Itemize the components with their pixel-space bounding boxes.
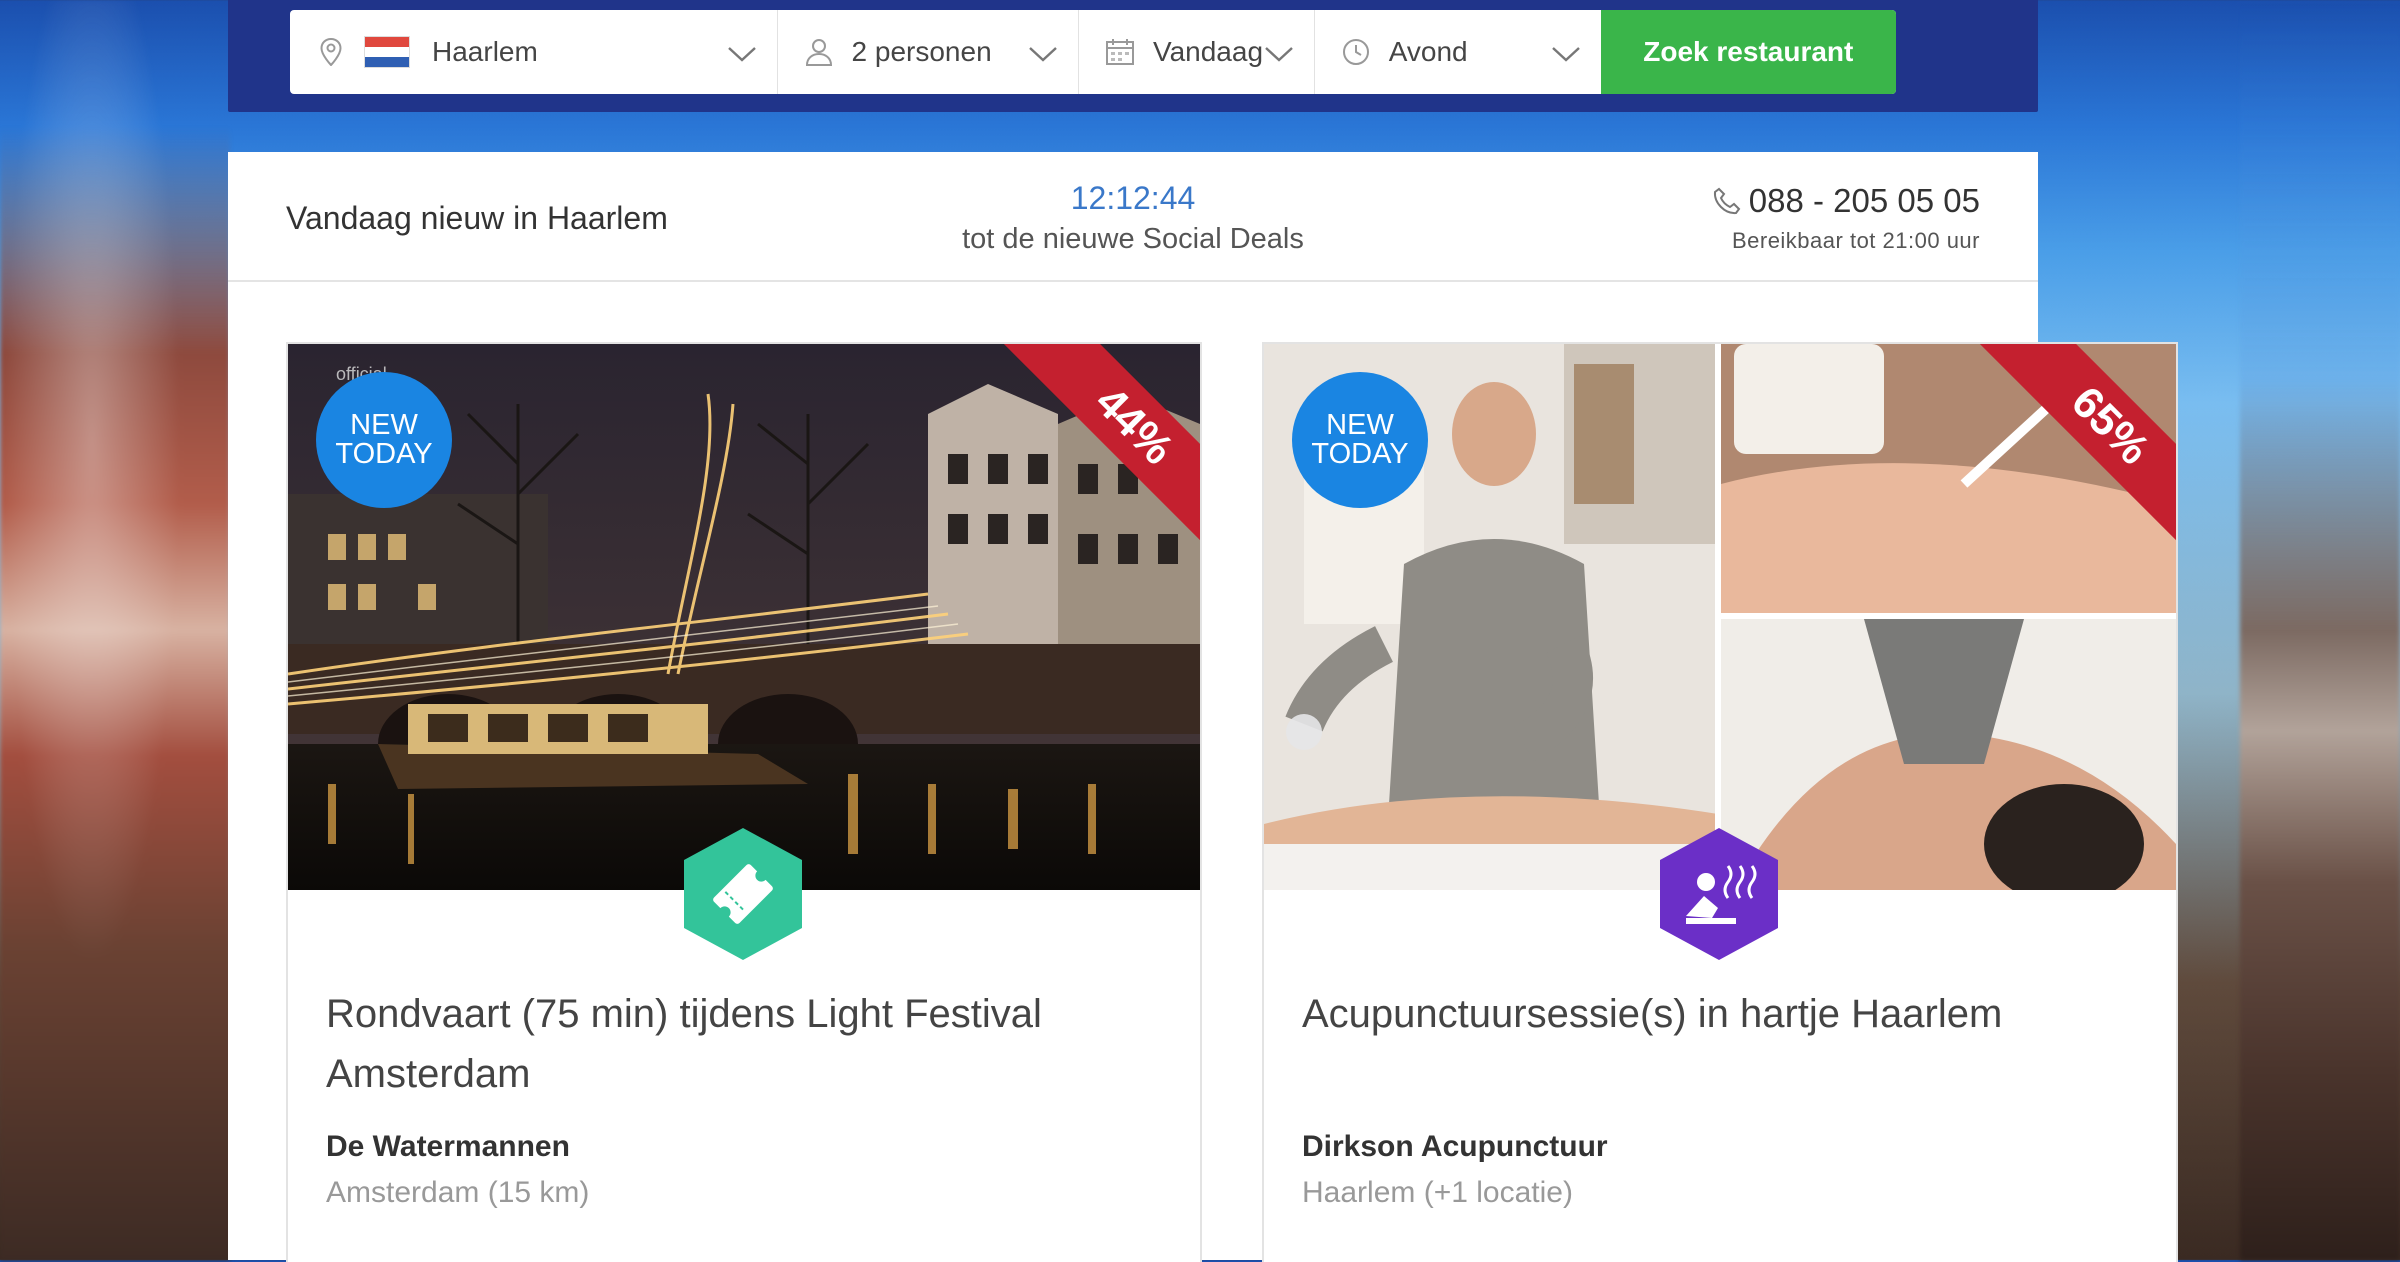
badge-line-1: NEW <box>1326 409 1394 441</box>
time-value: Avond <box>1388 36 1468 67</box>
discount-ribbon: 65% <box>1976 344 2176 544</box>
badge-line-2: TODAY <box>1311 438 1409 470</box>
new-today-badge: NEW TODAY <box>1292 372 1428 508</box>
location-pin-icon <box>316 37 346 67</box>
background-city-right <box>2240 0 2400 1260</box>
deal-title[interactable]: Acupunctuursessie(s) in hartje Haarlem <box>1302 984 2122 1044</box>
deal-card-light-festival[interactable]: official NEW TODAY 44% Rondvaart (75 min… <box>286 342 1202 1262</box>
phone-icon <box>1713 187 1741 215</box>
info-bar: Vandaag nieuw in Haarlem 12:12:44 tot de… <box>228 152 2038 282</box>
persons-value: 2 personen <box>851 36 992 67</box>
new-today-badge: NEW TODAY <box>316 372 452 508</box>
clock-icon <box>1341 37 1371 67</box>
chevron-down-icon <box>1551 38 1581 70</box>
deal-company: De Watermannen <box>326 1130 570 1163</box>
search-restaurant-button[interactable]: Zoek restaurant <box>1600 10 1896 94</box>
search-bar-container: Haarlem 2 personen Vandaag Avond Zoek re… <box>228 0 2038 112</box>
person-icon <box>804 37 834 67</box>
background-city-left <box>0 0 230 1260</box>
date-value: Vandaag <box>1152 36 1264 67</box>
chevron-down-icon <box>1264 38 1294 70</box>
discount-value: 44% <box>1003 344 1200 544</box>
ticket-icon <box>680 826 806 962</box>
restaurant-search-form: Haarlem 2 personen Vandaag Avond Zoek re… <box>290 10 1896 94</box>
phone-value: 088 - 205 05 05 <box>1748 182 1980 219</box>
date-select[interactable]: Vandaag <box>1079 10 1315 94</box>
deal-company: Dirkson Acupunctuur <box>1302 1130 1608 1163</box>
deal-location: Haarlem (+1 locatie) <box>1302 1176 1573 1209</box>
opening-hours: Bereikbaar tot 21:00 uur <box>1731 228 1980 253</box>
calendar-icon <box>1105 37 1135 67</box>
netherlands-flag-icon <box>364 36 410 68</box>
persons-select[interactable]: 2 personen <box>778 10 1079 94</box>
deals-panel: Vandaag nieuw in Haarlem 12:12:44 tot de… <box>228 152 2178 1262</box>
phone-number[interactable]: 088 - 205 05 05 <box>1713 182 1980 220</box>
chevron-down-icon <box>1028 38 1058 70</box>
deal-title[interactable]: Rondvaart (75 min) tijdens Light Festiva… <box>326 984 1146 1104</box>
time-select[interactable]: Avond <box>1315 10 1601 94</box>
discount-value: 65% <box>1979 344 2176 544</box>
deal-location: Amsterdam (15 km) <box>326 1176 590 1209</box>
badge-line-1: NEW <box>350 409 418 441</box>
deal-card-acupuncture[interactable]: NEW TODAY 65% Acupunctuursessie(s) in ha… <box>1262 342 2178 1262</box>
wellness-icon <box>1656 826 1782 962</box>
city-value: Haarlem <box>432 36 538 67</box>
badge-line-2: TODAY <box>335 438 433 470</box>
contact-info: 088 - 205 05 05 Bereikbaar tot 21:00 uur <box>1713 182 1980 254</box>
chevron-down-icon <box>727 38 757 70</box>
discount-ribbon: 44% <box>1000 344 1200 544</box>
city-select[interactable]: Haarlem <box>290 10 778 94</box>
